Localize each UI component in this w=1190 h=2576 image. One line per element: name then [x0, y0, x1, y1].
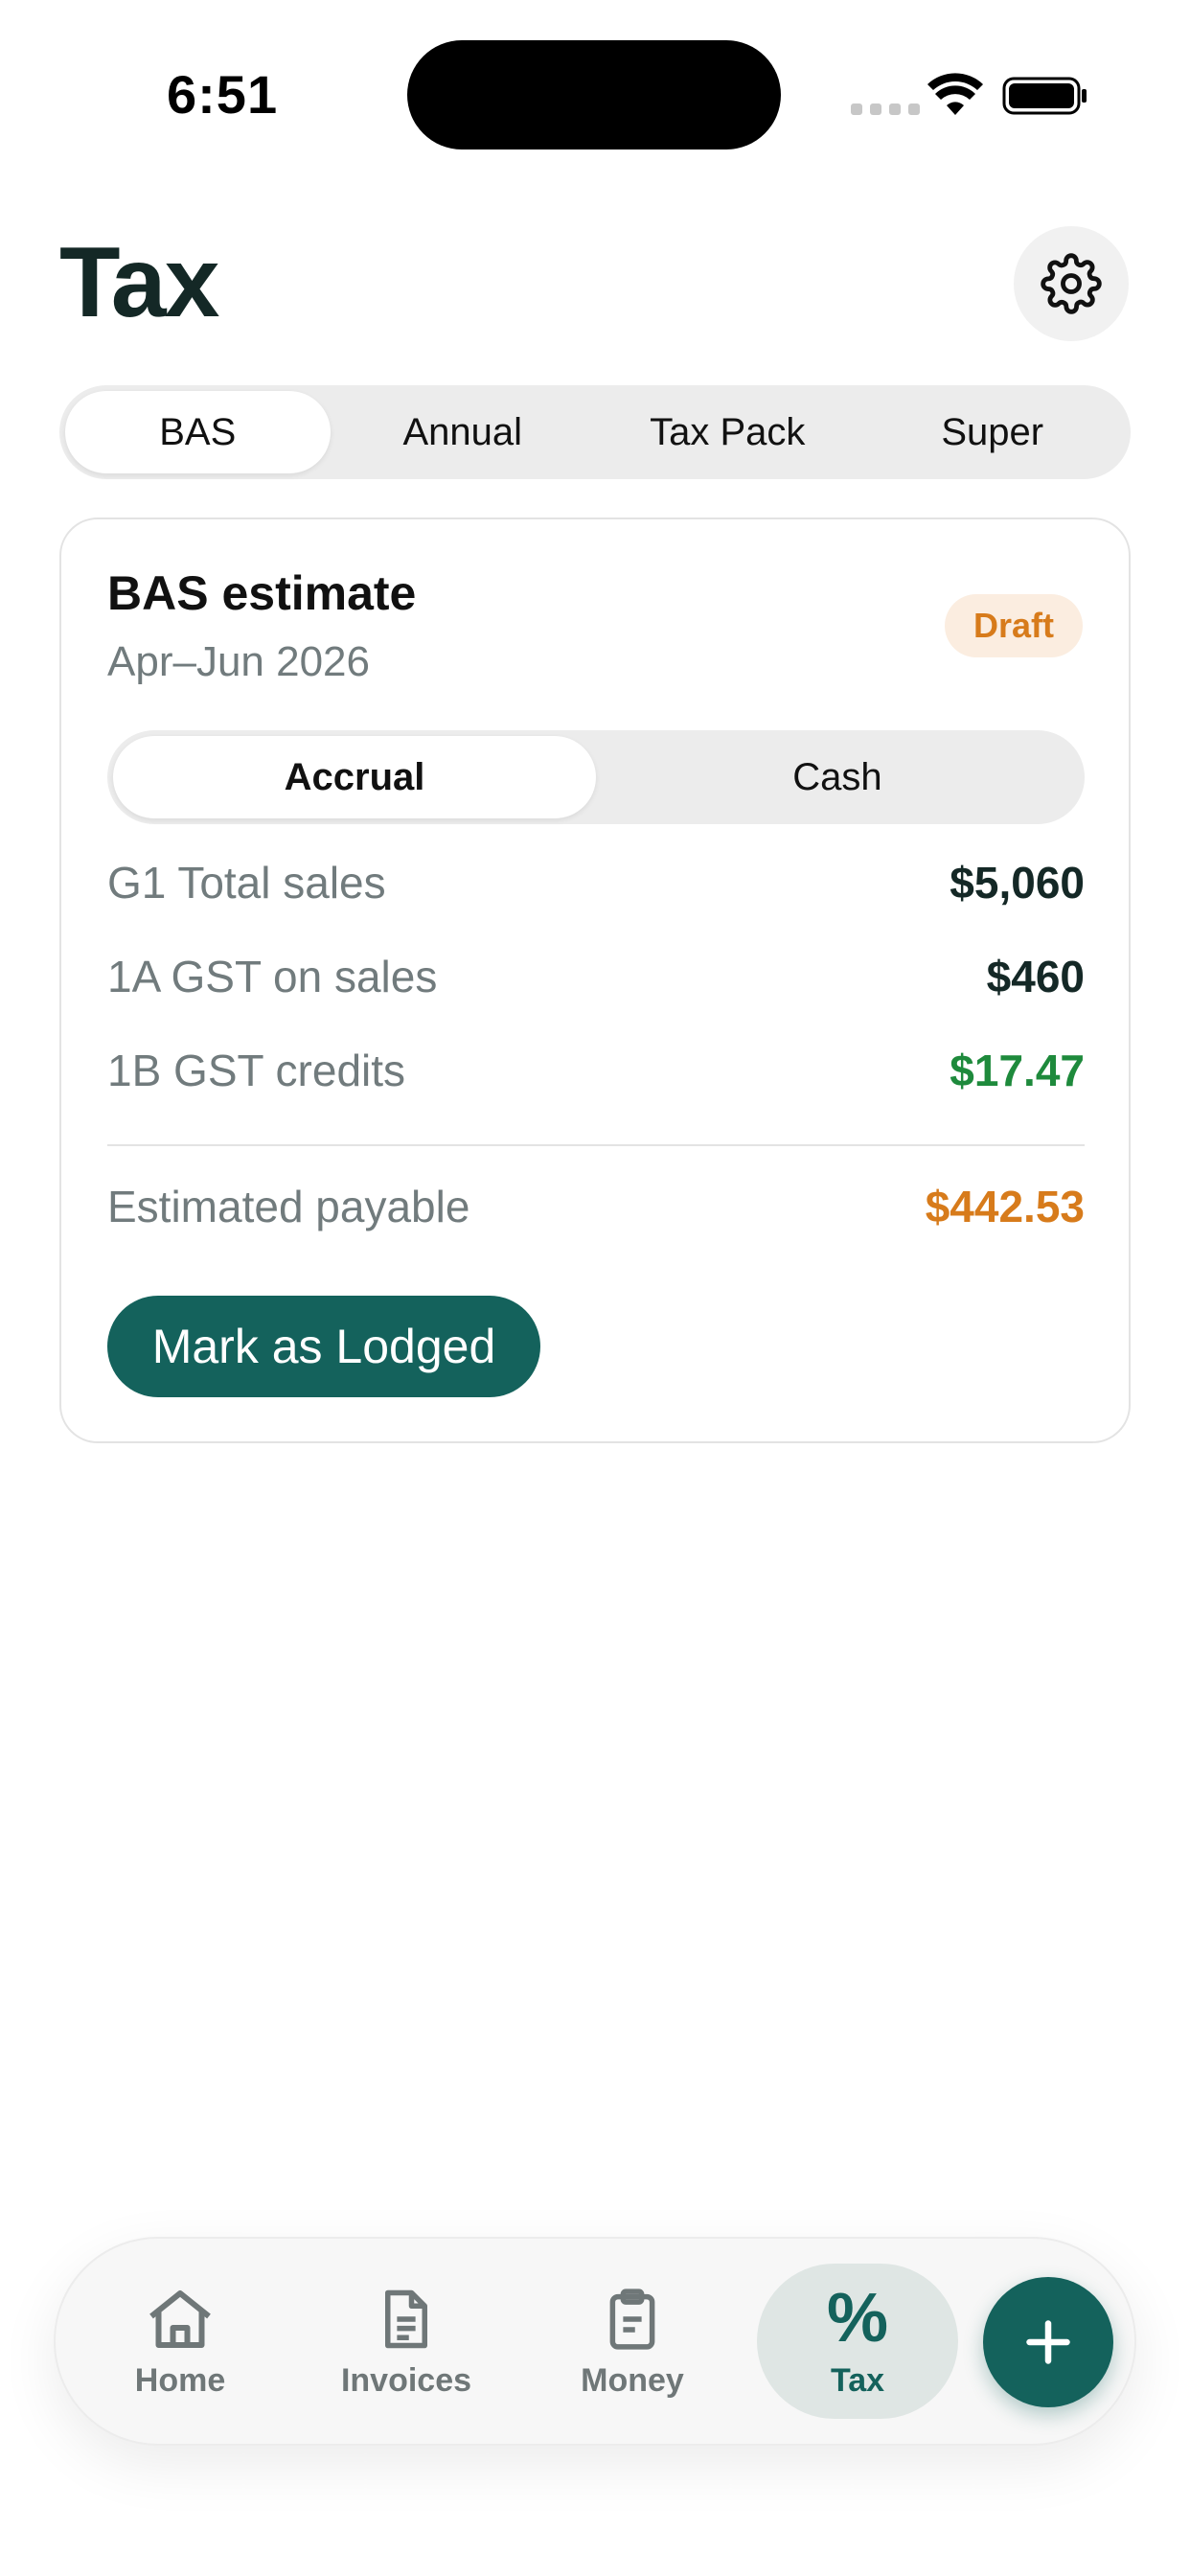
tab-tax-pack[interactable]: Tax Pack — [595, 391, 860, 473]
bas-estimate-card: BAS estimate Apr–Jun 2026 Draft Accrual … — [59, 518, 1131, 1443]
home-icon — [149, 2289, 211, 2348]
nav-item-home[interactable]: Home — [84, 2239, 276, 2448]
wifi-icon — [927, 73, 983, 115]
bottom-nav: Home Invoices Money % Tax — [54, 2237, 1136, 2446]
gear-icon — [1041, 253, 1102, 314]
row-value: $460 — [986, 952, 1085, 1001]
nav-label: Tax — [830, 2361, 885, 2399]
1a-gst-on-sales-row: 1A GST on sales $460 — [107, 951, 1085, 1002]
row-label: 1A GST on sales — [107, 952, 438, 1001]
nav-label: Home — [134, 2361, 226, 2399]
page-title: Tax — [59, 227, 219, 338]
cellular-signal-icon — [851, 104, 920, 115]
tax-section-tabs: BAS Annual Tax Pack Super — [59, 385, 1131, 479]
estimated-payable-value: $442.53 — [925, 1182, 1085, 1231]
mark-as-lodged-button[interactable]: Mark as Lodged — [107, 1296, 540, 1397]
clipboard-icon — [609, 2288, 655, 2350]
tax-screen: 6:51 Tax BAS Annual Tax Pack Super BAS e… — [0, 0, 1190, 2576]
nav-item-tax[interactable]: % Tax — [757, 2264, 958, 2419]
nav-item-money[interactable]: Money — [537, 2239, 728, 2448]
nav-item-invoices[interactable]: Invoices — [310, 2239, 502, 2448]
row-label: 1B GST credits — [107, 1046, 406, 1095]
dynamic-island — [407, 40, 781, 150]
row-value: $17.47 — [950, 1046, 1085, 1095]
document-icon — [385, 2289, 427, 2348]
basis-accrual[interactable]: Accrual — [113, 736, 596, 818]
1b-gst-credits-row: 1B GST credits $17.47 — [107, 1045, 1085, 1096]
row-label: Estimated payable — [107, 1182, 470, 1231]
tab-super[interactable]: Super — [860, 391, 1126, 473]
percent-icon: % — [826, 2279, 889, 2357]
basis-cash[interactable]: Cash — [596, 736, 1079, 818]
divider — [107, 1144, 1085, 1146]
status-time: 6:51 — [167, 64, 279, 125]
plus-icon — [1026, 2320, 1070, 2364]
accounting-basis-toggle: Accrual Cash — [107, 730, 1085, 824]
tab-annual[interactable]: Annual — [331, 391, 596, 473]
nav-label: Money — [581, 2361, 684, 2399]
row-value: $5,060 — [950, 858, 1085, 908]
g1-total-sales-row: G1 Total sales $5,060 — [107, 857, 1085, 908]
row-label: G1 Total sales — [107, 858, 386, 908]
card-title: BAS estimate — [107, 566, 417, 620]
nav-label: Invoices — [340, 2361, 472, 2399]
tab-bas[interactable]: BAS — [65, 391, 331, 473]
estimated-payable-row: Estimated payable $442.53 — [107, 1181, 1085, 1232]
status-badge: Draft — [945, 594, 1083, 657]
card-period: Apr–Jun 2026 — [107, 638, 370, 685]
battery-icon — [1002, 77, 1087, 115]
add-button[interactable] — [983, 2277, 1113, 2407]
settings-button[interactable] — [1014, 226, 1129, 341]
